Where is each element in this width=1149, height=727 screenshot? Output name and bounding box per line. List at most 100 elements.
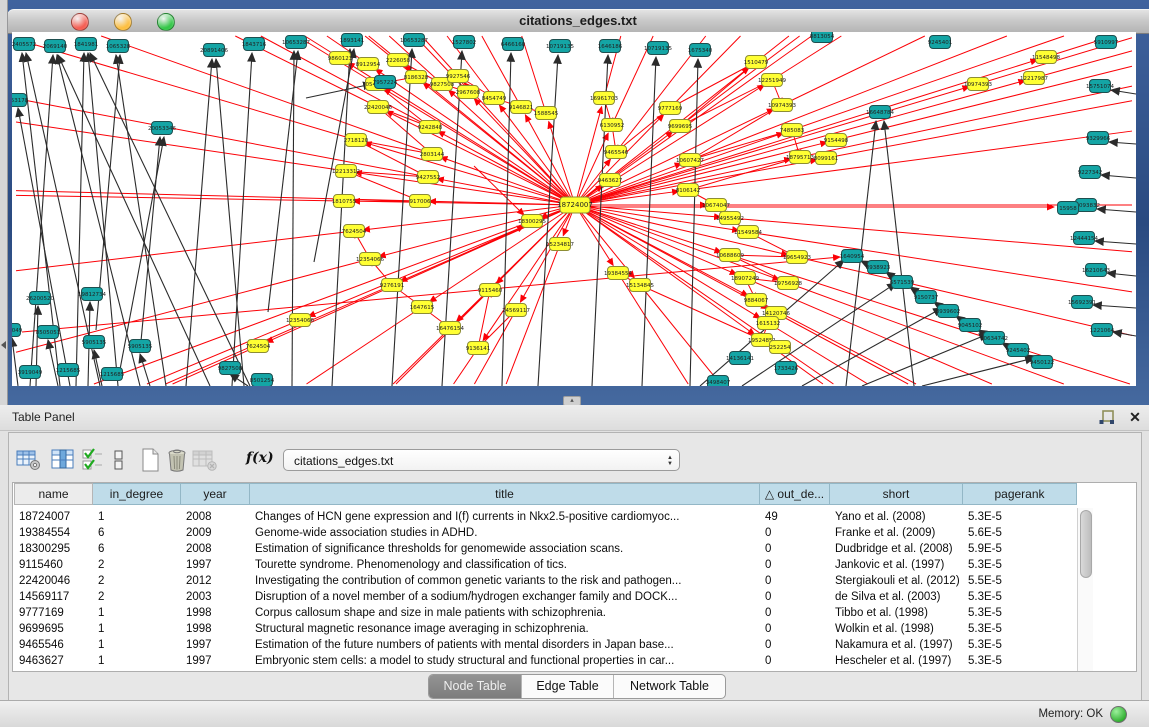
column-header-title[interactable]: title [250, 483, 760, 505]
scrollbar-thumb[interactable] [1080, 510, 1092, 578]
table-row[interactable]: 1938455462009Genome-wide association stu… [0, 525, 1149, 541]
close-panel-icon[interactable]: ✕ [1127, 408, 1143, 426]
table-row[interactable]: 977716911998Corpus callosum shape and si… [0, 605, 1149, 621]
table-cell: 1 [93, 637, 180, 653]
table-scrollbar[interactable] [1077, 508, 1093, 671]
table-row[interactable]: 946362711997Embryonic stem cells: a mode… [0, 653, 1149, 669]
table-cell: 9115460 [14, 557, 92, 573]
graph-node-label: 16476154 [436, 326, 464, 332]
table-tabs: Node TableEdge TableNetwork Table [428, 674, 726, 699]
graph-node-label: 10634742 [980, 336, 1008, 342]
table-cell: 0 [760, 525, 829, 541]
graph-node-label: 16648784 [866, 110, 894, 116]
table-cell: 2012 [181, 573, 249, 589]
delete-trash-icon[interactable] [166, 448, 188, 472]
table-cell: Estimation of the future numbers of pati… [250, 637, 759, 653]
graph-node-label: 8099161 [814, 156, 839, 162]
new-table-icon[interactable] [139, 448, 161, 472]
graph-node-label: 19654923 [783, 255, 811, 261]
graph-node-label: 9227342 [1078, 170, 1103, 176]
table-row[interactable]: 1456911722003Disruption of a novel membe… [0, 589, 1149, 605]
column-header-in_degree[interactable]: in_degree [93, 483, 181, 505]
graph-node-label: 15751074 [1086, 84, 1114, 90]
table-cell: 18300295 [14, 541, 92, 557]
graph-node-label: 8106142 [676, 188, 701, 194]
column-header-name[interactable]: name [14, 483, 93, 505]
graph-node-label: 1640954 [840, 254, 865, 260]
side-panel-strip [0, 0, 8, 405]
toggle-rows-icon[interactable] [113, 448, 125, 472]
table-cell: de Silva et al. (2003) [830, 589, 962, 605]
collapse-left-panel-icon[interactable] [1, 341, 6, 349]
graph-node-label: 10974393 [964, 82, 992, 88]
graph-node-label: 9115460 [478, 288, 503, 294]
graph-node-label: 9699695 [668, 124, 693, 130]
select-columns-icon[interactable] [50, 448, 76, 472]
graph-node-label: 9245401 [928, 40, 953, 46]
table-panel-title: Table Panel [12, 410, 75, 424]
graph-node-label: 1733426 [774, 366, 799, 372]
table-select-dropdown[interactable]: citations_edges.txt ▲▼ [283, 449, 680, 471]
table-cell: 5.3E-5 [963, 509, 1076, 525]
tab-node-table[interactable]: Node Table [429, 675, 522, 698]
table-row[interactable]: 2242004622012Investigating the contribut… [0, 573, 1149, 589]
table-cell: 0 [760, 605, 829, 621]
table-row[interactable]: 946554611997Estimation of the future num… [0, 637, 1149, 653]
graph-node-label: 1510479 [744, 60, 769, 66]
table-row[interactable]: 1872400712008Changes of HCN gene express… [0, 509, 1149, 525]
graph-node-label: 16961703 [590, 96, 618, 102]
column-header-short[interactable]: short [830, 483, 963, 505]
graph-node-label: 7624504 [342, 229, 367, 235]
network-window-titlebar[interactable]: citations_edges.txt [7, 9, 1149, 34]
column-header-year[interactable]: year [181, 483, 250, 505]
table-cell: 14569117 [14, 589, 92, 605]
table-cell: 22420046 [14, 573, 92, 589]
graph-node-label: 12444154 [1070, 236, 1098, 242]
column-header-out_de[interactable]: △ out_de... [760, 483, 830, 505]
network-view-canvas[interactable]: 9860123891295422260581054334281863289827… [12, 32, 1136, 386]
table-cell: Embryonic stem cells: a model to study s… [250, 653, 759, 669]
graph-node-label: 10653287 [400, 38, 428, 44]
graph-node-label: 9245402 [1006, 348, 1031, 354]
memory-status-indicator[interactable] [1110, 706, 1127, 723]
table-cell: Hescheler et al. (1997) [830, 653, 962, 669]
table-row[interactable]: 1830029562008Estimation of significance … [0, 541, 1149, 557]
graph-node-label: 9150737 [914, 295, 939, 301]
table-cell: 2003 [181, 589, 249, 605]
tab-edge-table[interactable]: Edge Table [522, 675, 614, 698]
graph-node-label: 8501254 [250, 378, 275, 384]
column-header-pagerank[interactable]: pagerank [963, 483, 1077, 505]
select-rows-icon[interactable] [82, 448, 104, 472]
table-cell: 2 [93, 589, 180, 605]
graph-node-label: 9450122 [1030, 360, 1055, 366]
table-row[interactable]: 969969511998Structural magnetic resonanc… [0, 621, 1149, 637]
graph-node-label: 9136141 [466, 346, 491, 352]
table-cell: 0 [760, 653, 829, 669]
table-cell: 0 [760, 573, 829, 589]
graph-node-label: 2226058 [386, 58, 411, 64]
graph-node-label: 7485083 [780, 128, 805, 134]
table-cell: 0 [760, 637, 829, 653]
function-builder-icon[interactable]: f(x) [246, 450, 274, 466]
table-row[interactable]: 911546021997Tourette syndrome. Phenomeno… [0, 557, 1149, 573]
table-cell: Disruption of a novel member of a sodium… [250, 589, 759, 605]
graph-node-label: 8454749 [482, 96, 507, 102]
float-panel-icon[interactable] [1098, 409, 1116, 427]
tab-network-table[interactable]: Network Table [614, 675, 725, 698]
graph-node-label: 252254 [770, 345, 791, 351]
memory-status-label: Memory: OK [1038, 708, 1103, 720]
graph-node-label: 9463627 [598, 178, 623, 184]
graph-node-label: 2069140 [43, 44, 68, 50]
status-bar: Memory: OK [0, 700, 1149, 727]
graph-node-label: 12251949 [758, 78, 786, 84]
graph-node-label: 2053178 [12, 98, 29, 104]
graph-node-label: 2803144 [420, 152, 445, 158]
table-cell: Dudbridge et al. (2008) [830, 541, 962, 557]
table-mode-icon[interactable] [16, 448, 42, 472]
graph-node-label: 6571539 [890, 280, 915, 286]
graph-node-label: 1221064 [1090, 328, 1115, 334]
table-cell: 5.3E-5 [963, 621, 1076, 637]
graph-node-label: 8912954 [356, 62, 381, 68]
table-cell: 9463627 [14, 653, 92, 669]
dropdown-spinner-icon: ▲▼ [667, 450, 673, 472]
